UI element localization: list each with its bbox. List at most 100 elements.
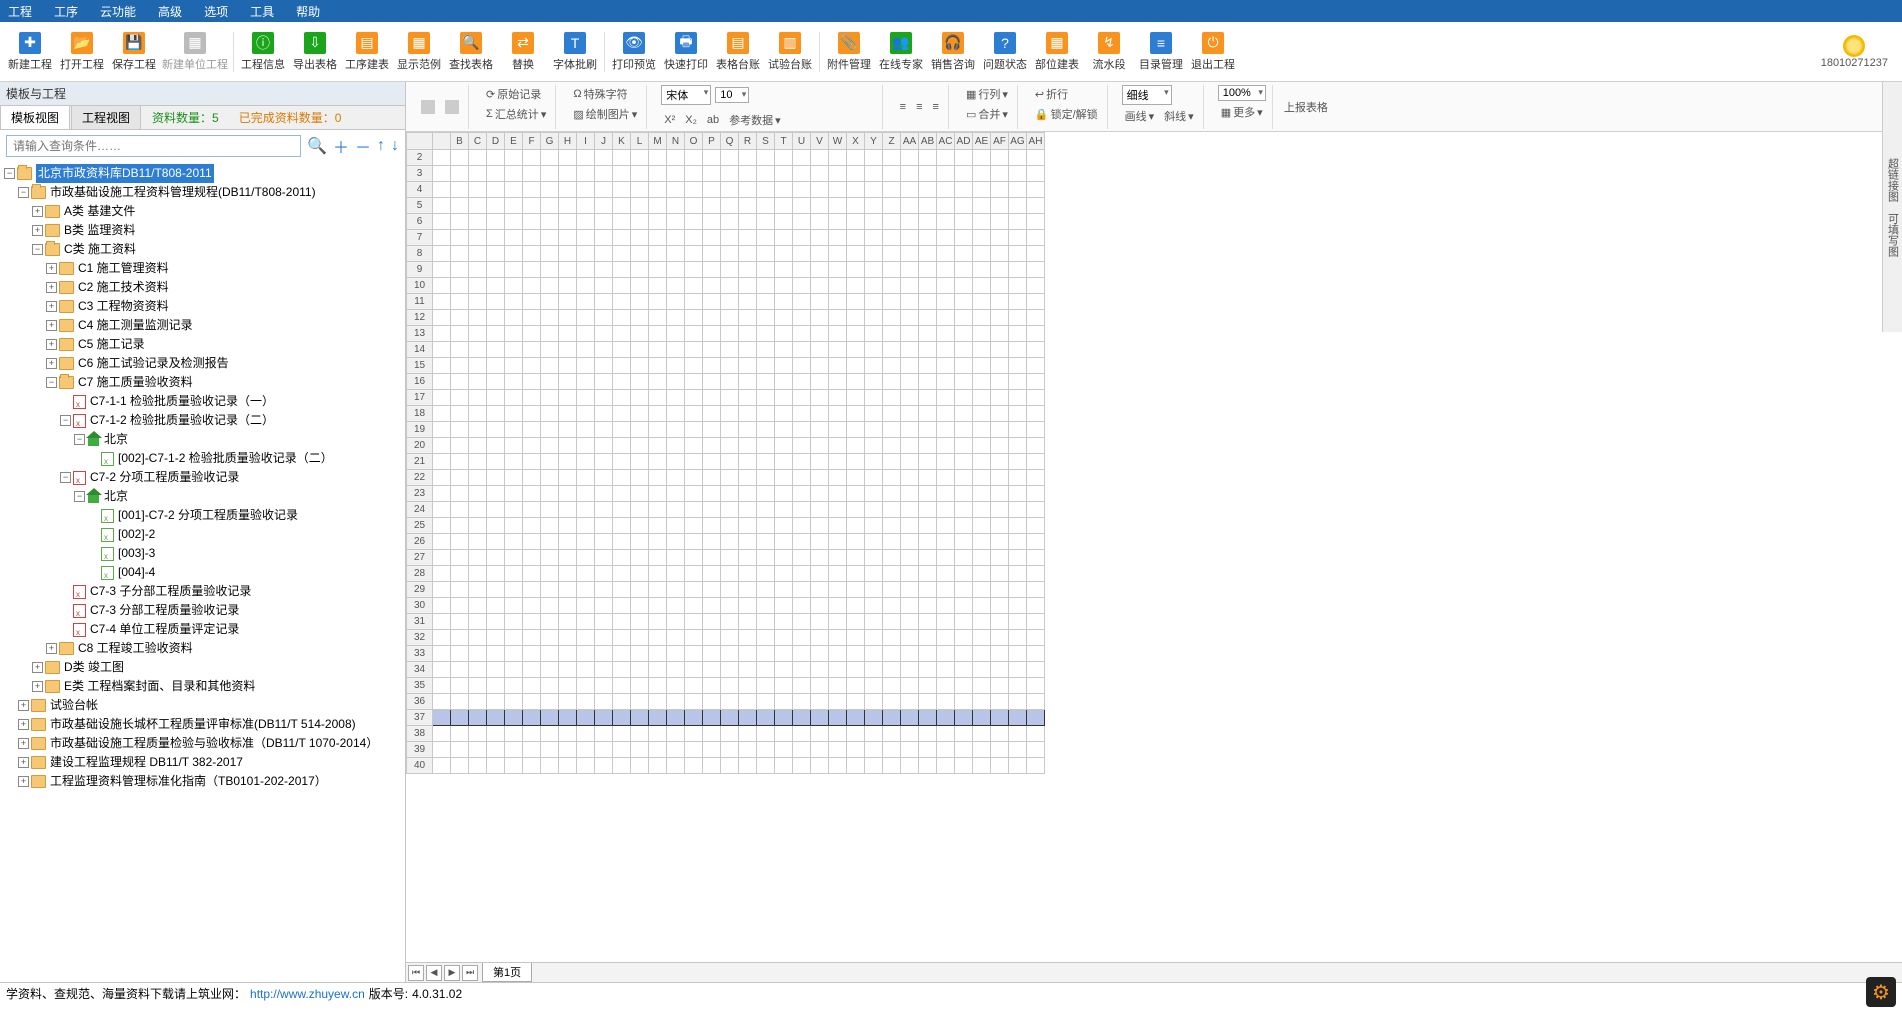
tree-node[interactable]: C3 工程物资资料 bbox=[78, 297, 169, 316]
menu-item[interactable]: 高级 bbox=[158, 3, 182, 20]
toolbar-问题状态[interactable]: ?问题状态 bbox=[979, 24, 1031, 80]
tree-leaf[interactable]: C7-1-2 检验批质量验收记录（二） bbox=[90, 411, 274, 430]
draw-pic-button[interactable]: ▨ 绘制图片 ▾ bbox=[570, 105, 640, 123]
up-icon[interactable]: ↑ bbox=[377, 137, 385, 155]
tree-node[interactable]: 工程监理资料管理标准化指南（TB0101-202-2017） bbox=[50, 772, 327, 791]
tree-node[interactable]: C4 施工测量监测记录 bbox=[78, 316, 193, 335]
tree-node[interactable]: D类 竣工图 bbox=[64, 658, 124, 677]
font-select[interactable]: 宋体 bbox=[661, 85, 711, 105]
toolbar-保存工程[interactable]: 💾保存工程 bbox=[108, 24, 160, 80]
slash-button[interactable]: 斜线▾ bbox=[1161, 107, 1197, 125]
toolbar-替换[interactable]: ⇄替换 bbox=[497, 24, 549, 80]
align-right-button[interactable]: ≡ bbox=[930, 100, 942, 114]
tree-node[interactable]: C6 施工试验记录及检测报告 bbox=[78, 354, 229, 373]
tab-project-view[interactable]: 工程视图 bbox=[71, 105, 141, 129]
merge-button[interactable]: ▭ 合并 ▾ bbox=[963, 105, 1011, 123]
summary-button[interactable]: Σ 汇总统计 ▾ bbox=[483, 105, 549, 123]
toolbar-试验台账[interactable]: ▥试验台账 bbox=[764, 24, 816, 80]
tree-node[interactable]: 试验台帐 bbox=[50, 696, 98, 715]
toolbar-打印预览[interactable]: 👁打印预览 bbox=[608, 24, 660, 80]
tree-node[interactable]: B类 监理资料 bbox=[64, 221, 135, 240]
prev-sheet-button[interactable]: ◀ bbox=[426, 965, 442, 981]
tree-leaf[interactable]: 北京 bbox=[104, 487, 128, 506]
menu-item[interactable]: 工序 bbox=[54, 3, 78, 20]
toolbar-附件管理[interactable]: 📎附件管理 bbox=[823, 24, 875, 80]
align-center-button[interactable]: ≡ bbox=[913, 100, 925, 114]
tree-leaf[interactable]: C7-2 分项工程质量验收记录 bbox=[90, 468, 239, 487]
menu-item[interactable]: 工具 bbox=[250, 3, 274, 20]
size-select[interactable]: 10 bbox=[715, 87, 749, 103]
tree-node[interactable]: C类 施工资料 bbox=[64, 240, 136, 259]
menu-item[interactable]: 帮助 bbox=[296, 3, 320, 20]
first-sheet-button[interactable]: ⏮ bbox=[408, 965, 424, 981]
tree-leaf[interactable]: C7-3 子分部工程质量验收记录 bbox=[90, 582, 251, 601]
toolbar-在线专家[interactable]: 👥在线专家 bbox=[875, 24, 927, 80]
search-icon[interactable]: 🔍 bbox=[307, 136, 327, 156]
toolbar-目录管理[interactable]: ≡目录管理 bbox=[1135, 24, 1187, 80]
params-button[interactable]: 参考数据 ▾ bbox=[726, 111, 784, 129]
toolbar-查找表格[interactable]: 🔍查找表格 bbox=[445, 24, 497, 80]
grid-area[interactable]: BCDEFGHIJKLMNOPQRSTUVWXYZAAABACADAEAFAGA… bbox=[406, 132, 1902, 962]
toolbar-快速打印[interactable]: 🖶快速打印 bbox=[660, 24, 712, 80]
tree-node[interactable]: C5 施工记录 bbox=[78, 335, 145, 354]
superscript-button[interactable]: X² bbox=[661, 111, 678, 129]
toolbar-表格台账[interactable]: ▤表格台账 bbox=[712, 24, 764, 80]
subscript-button[interactable]: X₂ bbox=[682, 111, 700, 129]
toolbar-退出工程[interactable]: ⏻退出工程 bbox=[1187, 24, 1239, 80]
toolbar-字体批刷[interactable]: T字体批刷 bbox=[549, 24, 601, 80]
tree-leaf[interactable]: [001]-C7-2 分项工程质量验收记录 bbox=[118, 506, 298, 525]
tree-node[interactable]: C7 施工质量验收资料 bbox=[78, 373, 193, 392]
tree-leaf[interactable]: [003]-3 bbox=[118, 544, 155, 563]
tree-node[interactable]: C1 施工管理资料 bbox=[78, 259, 169, 278]
user-box[interactable]: 18010271237 bbox=[1821, 35, 1888, 69]
tree-node[interactable]: A类 基建文件 bbox=[64, 202, 135, 221]
menu-item[interactable]: 云功能 bbox=[100, 3, 136, 20]
zoom-select[interactable]: 100% bbox=[1218, 85, 1266, 101]
more-button[interactable]: ▦ 更多 ▾ bbox=[1218, 103, 1266, 121]
toolbar-工序建表[interactable]: ▤工序建表 bbox=[341, 24, 393, 80]
toolbar-新建单位工程[interactable]: ▦新建单位工程 bbox=[160, 24, 230, 80]
toolbar-工程信息[interactable]: ⓘ工程信息 bbox=[237, 24, 289, 80]
tree-leaf[interactable]: C7-3 分部工程质量验收记录 bbox=[90, 601, 239, 620]
tree-node[interactable]: 建设工程监理规程 DB11/T 382-2017 bbox=[50, 753, 243, 772]
rowcol-button[interactable]: ▦ 行列 ▾ bbox=[963, 85, 1011, 103]
tree-node[interactable]: 市政基础设施工程质量检验与验收标准（DB11/T 1070-2014） bbox=[50, 734, 378, 753]
line-style-select[interactable]: 细线 bbox=[1122, 85, 1172, 105]
last-sheet-button[interactable]: ⏭ bbox=[462, 965, 478, 981]
strike-button[interactable]: ab bbox=[704, 111, 722, 129]
tree-leaf[interactable]: [002]-C7-1-2 检验批质量验收记录（二） bbox=[118, 449, 333, 468]
special-char-button[interactable]: Ω 特殊字符 bbox=[570, 85, 630, 103]
toolbar-流水段[interactable]: ↯流水段 bbox=[1083, 24, 1135, 80]
align-left-button[interactable]: ≡ bbox=[897, 100, 909, 114]
spreadsheet-grid[interactable]: BCDEFGHIJKLMNOPQRSTUVWXYZAAABACADAEAFAGA… bbox=[406, 132, 1045, 774]
tree-node[interactable]: C8 工程竣工验收资料 bbox=[78, 639, 193, 658]
toolbar-新建工程[interactable]: ✚新建工程 bbox=[4, 24, 56, 80]
wrap-button[interactable]: ↩ 折行 bbox=[1032, 85, 1071, 103]
upload-button[interactable]: 上报表格 bbox=[1281, 98, 1331, 116]
toolbar-导出表格[interactable]: ⇩导出表格 bbox=[289, 24, 341, 80]
menu-item[interactable]: 工程 bbox=[8, 3, 32, 20]
status-link[interactable]: http://www.zhuyew.cn bbox=[250, 987, 365, 1001]
toolbar-部位建表[interactable]: ▦部位建表 bbox=[1031, 24, 1083, 80]
down-icon[interactable]: ↓ bbox=[391, 137, 399, 155]
paste-button[interactable] bbox=[442, 99, 462, 115]
tree-node[interactable]: E类 工程档案封面、目录和其他资料 bbox=[64, 677, 255, 696]
search-input[interactable] bbox=[6, 135, 301, 157]
tree-leaf[interactable]: 北京 bbox=[104, 430, 128, 449]
copy-button[interactable] bbox=[418, 99, 438, 115]
lock-button[interactable]: 🔒 锁定/解锁 bbox=[1032, 105, 1101, 123]
tree-leaf[interactable]: [002]-2 bbox=[118, 525, 155, 544]
tree-leaf[interactable]: C7-1-1 检验批质量验收记录（一） bbox=[90, 392, 274, 411]
tree-leaf[interactable]: C7-4 单位工程质量评定记录 bbox=[90, 620, 239, 639]
tab-template-view[interactable]: 模板视图 bbox=[0, 105, 70, 129]
add-icon[interactable]: ＋ bbox=[333, 134, 349, 158]
drawline-button[interactable]: 画线▾ bbox=[1122, 107, 1158, 125]
next-sheet-button[interactable]: ▶ bbox=[444, 965, 460, 981]
tree-root[interactable]: 北京市政资料库DB11/T808-2011 bbox=[36, 164, 214, 183]
toolbar-打开工程[interactable]: 📂打开工程 bbox=[56, 24, 108, 80]
settings-gear-icon[interactable]: ⚙ bbox=[1866, 977, 1896, 1007]
toolbar-显示范例[interactable]: ▦显示范例 bbox=[393, 24, 445, 80]
tree-node[interactable]: 市政基础设施长城杯工程质量评审标准(DB11/T 514-2008) bbox=[50, 715, 356, 734]
tree[interactable]: −北京市政资料库DB11/T808-2011 −市政基础设施工程资料管理规程(D… bbox=[0, 162, 405, 982]
sheet-tab[interactable]: 第1页 bbox=[482, 963, 532, 982]
